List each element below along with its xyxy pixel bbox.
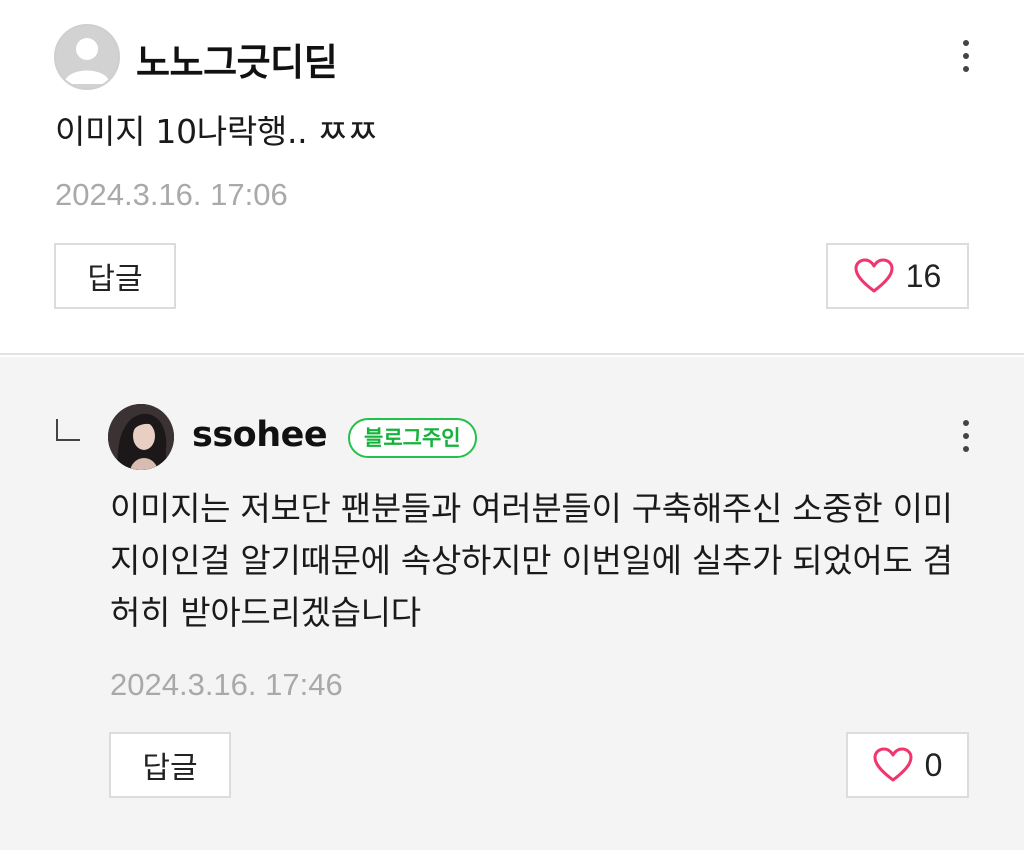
reply-button-label: 답글 xyxy=(87,262,143,297)
heart-outline-icon xyxy=(854,258,894,293)
comment-text: 이미지 10나락행.. ㅉㅉ xyxy=(55,112,378,151)
more-vertical-icon[interactable] xyxy=(954,416,978,456)
like-button[interactable]: 0 xyxy=(846,732,969,798)
comment-author[interactable]: ssohee xyxy=(192,415,328,455)
reply-arrow-icon xyxy=(56,419,80,441)
profile-photo xyxy=(108,404,174,470)
blog-owner-badge: 블로그주인 xyxy=(348,418,477,458)
more-vertical-icon[interactable] xyxy=(954,36,978,76)
default-avatar[interactable] xyxy=(54,24,120,90)
comment-text: 이미지는 저보단 팬분들과 여러분들이 구축해주신 소중한 이미지이인걸 알기때… xyxy=(110,489,953,632)
reply-button[interactable]: 답글 xyxy=(54,243,176,309)
reply-comment-item: ssohee 블로그주인 이미지는 저보단 팬분들과 여러분들이 구축해주신 소… xyxy=(0,357,1024,850)
comment-date: 2024.3.16. 17:06 xyxy=(55,177,288,212)
default-user-icon xyxy=(64,38,110,84)
comment-date: 2024.3.16. 17:46 xyxy=(110,667,343,702)
heart-outline-icon xyxy=(873,747,913,782)
reply-button[interactable]: 답글 xyxy=(109,732,231,798)
comment-item: 노노그긋디딛 이미지 10나락행.. ㅉㅉ 2024.3.16. 17:06 답… xyxy=(0,0,1024,355)
comment-author[interactable]: 노노그긋디딛 xyxy=(136,32,338,86)
like-button[interactable]: 16 xyxy=(826,243,969,309)
avatar[interactable] xyxy=(108,404,174,470)
reply-button-label: 답글 xyxy=(142,751,198,786)
like-count: 16 xyxy=(905,257,942,294)
like-count: 0 xyxy=(924,746,943,783)
